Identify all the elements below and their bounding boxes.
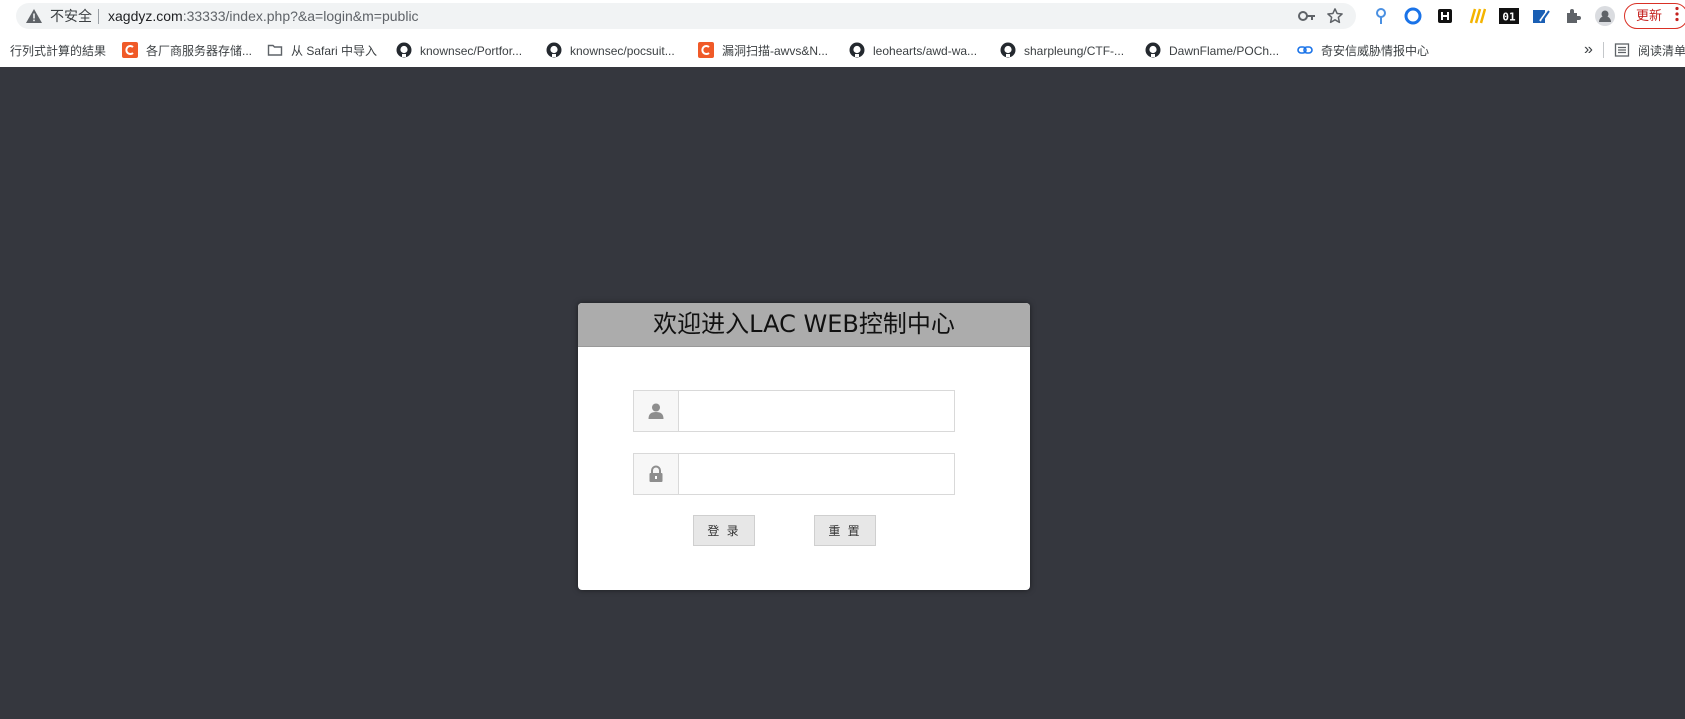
bookmark-label: 从 Safari 中导入: [291, 43, 378, 58]
toolbar: 不安全 xagdyz.com:33333/index.php?&a=login&…: [0, 0, 1685, 33]
warning-icon[interactable]: [26, 9, 42, 23]
bookmark-label: knownsec/pocsuit...: [570, 43, 675, 58]
github-icon: [546, 42, 562, 58]
bookmark-item[interactable]: DawnFlame/POCh...: [1145, 40, 1279, 60]
bookmark-item[interactable]: 漏洞扫描-awvs&N...: [698, 40, 828, 60]
url-path: :33333/index.php?&a=login&m=public: [182, 8, 419, 24]
link-icon: [1297, 46, 1313, 54]
pen-extension-icon[interactable]: [1532, 7, 1550, 25]
login-header: 欢迎进入LAC WEB控制中心: [578, 303, 1030, 347]
github-icon: [1000, 42, 1016, 58]
login-button[interactable]: 登 录: [693, 515, 755, 546]
stripes-extension-icon[interactable]: [1468, 7, 1486, 25]
bookmark-item[interactable]: leohearts/awd-wa...: [849, 40, 977, 60]
username-input[interactable]: [679, 391, 954, 431]
update-label: 更新: [1636, 8, 1663, 23]
key-icon[interactable]: [1298, 9, 1316, 23]
bookmark-label: 奇安信威胁情报中心: [1321, 43, 1430, 58]
bookmark-item[interactable]: 奇安信威胁情报中心: [1297, 40, 1429, 60]
svg-text:01: 01: [1502, 11, 1516, 24]
github-icon: [396, 42, 412, 58]
address-separator: [98, 9, 99, 24]
browser-chrome: 不安全 xagdyz.com:33333/index.php?&a=login&…: [0, 0, 1685, 68]
orange-c-icon: [698, 41, 714, 58]
url-host: xagdyz.com: [108, 8, 183, 24]
bookmark-label: 漏洞扫描-awvs&N...: [722, 43, 829, 58]
lock-icon: [649, 465, 663, 482]
bookmark-label: leohearts/awd-wa...: [873, 43, 978, 58]
puzzle-extensions-icon[interactable]: [1564, 7, 1582, 25]
bookmark-item[interactable]: sharpleung/CTF-...: [1000, 40, 1124, 60]
bookmark-label: DawnFlame/POCh...: [1169, 43, 1280, 58]
user-icon: [648, 403, 664, 419]
reset-button[interactable]: 重 置: [814, 515, 876, 546]
username-field: [633, 390, 955, 432]
bookmark-item[interactable]: knownsec/pocsuit...: [546, 40, 675, 60]
bookmarks-overflow-button[interactable]: »: [1584, 40, 1593, 60]
pin-extension-icon[interactable]: [1372, 7, 1390, 25]
reading-list-button[interactable]: 阅读清单: [1614, 40, 1685, 60]
page-background: 欢迎进入LAC WEB控制中心 登 录 重 置: [0, 67, 1685, 719]
reading-list-icon: [1614, 43, 1630, 57]
password-addon: [634, 454, 679, 494]
h-extension-icon[interactable]: [1436, 7, 1454, 25]
bookmark-item[interactable]: 各厂商服务器存储...: [122, 40, 252, 60]
bookmark-label: sharpleung/CTF-...: [1024, 43, 1125, 58]
overflow-chevron-icon: »: [1584, 41, 1593, 58]
address-bar[interactable]: 不安全 xagdyz.com:33333/index.php?&a=login&…: [16, 3, 1356, 29]
bookmark-item[interactable]: knownsec/Portfor...: [396, 40, 522, 60]
bookmark-label: knownsec/Portfor...: [420, 43, 523, 58]
login-panel: 欢迎进入LAC WEB控制中心 登 录 重 置: [578, 303, 1030, 590]
profile-avatar-icon[interactable]: [1595, 6, 1615, 26]
bookmarks-divider: [1603, 42, 1604, 58]
bookmark-star-icon[interactable]: [1326, 7, 1344, 25]
orange-c-icon: [122, 41, 138, 58]
folder-icon: [267, 44, 283, 56]
page-title: 欢迎进入LAC WEB控制中心: [653, 310, 955, 338]
github-icon: [849, 42, 865, 58]
bookmark-label: 行列式計算的結果: [10, 43, 107, 58]
circle-extension-icon[interactable]: [1404, 7, 1422, 25]
github-icon: [1145, 42, 1161, 58]
username-addon: [634, 391, 679, 431]
bookmark-item[interactable]: 行列式計算的結果: [10, 40, 106, 60]
reading-list-label: 阅读清单: [1638, 43, 1685, 58]
password-input[interactable]: [679, 454, 954, 494]
binary-extension-icon[interactable]: 01: [1499, 7, 1519, 25]
url-text[interactable]: xagdyz.com:33333/index.php?&a=login&m=pu…: [108, 7, 419, 25]
security-status-label[interactable]: 不安全: [50, 7, 92, 25]
bookmarks-bar: 行列式計算的結果 各厂商服务器存储... 从 Safari 中导入 knowns…: [0, 34, 1685, 66]
password-field: [633, 453, 955, 495]
menu-dots-icon[interactable]: [1674, 6, 1680, 22]
bookmark-item[interactable]: 从 Safari 中导入: [267, 40, 377, 60]
bookmark-label: 各厂商服务器存储...: [146, 43, 253, 58]
